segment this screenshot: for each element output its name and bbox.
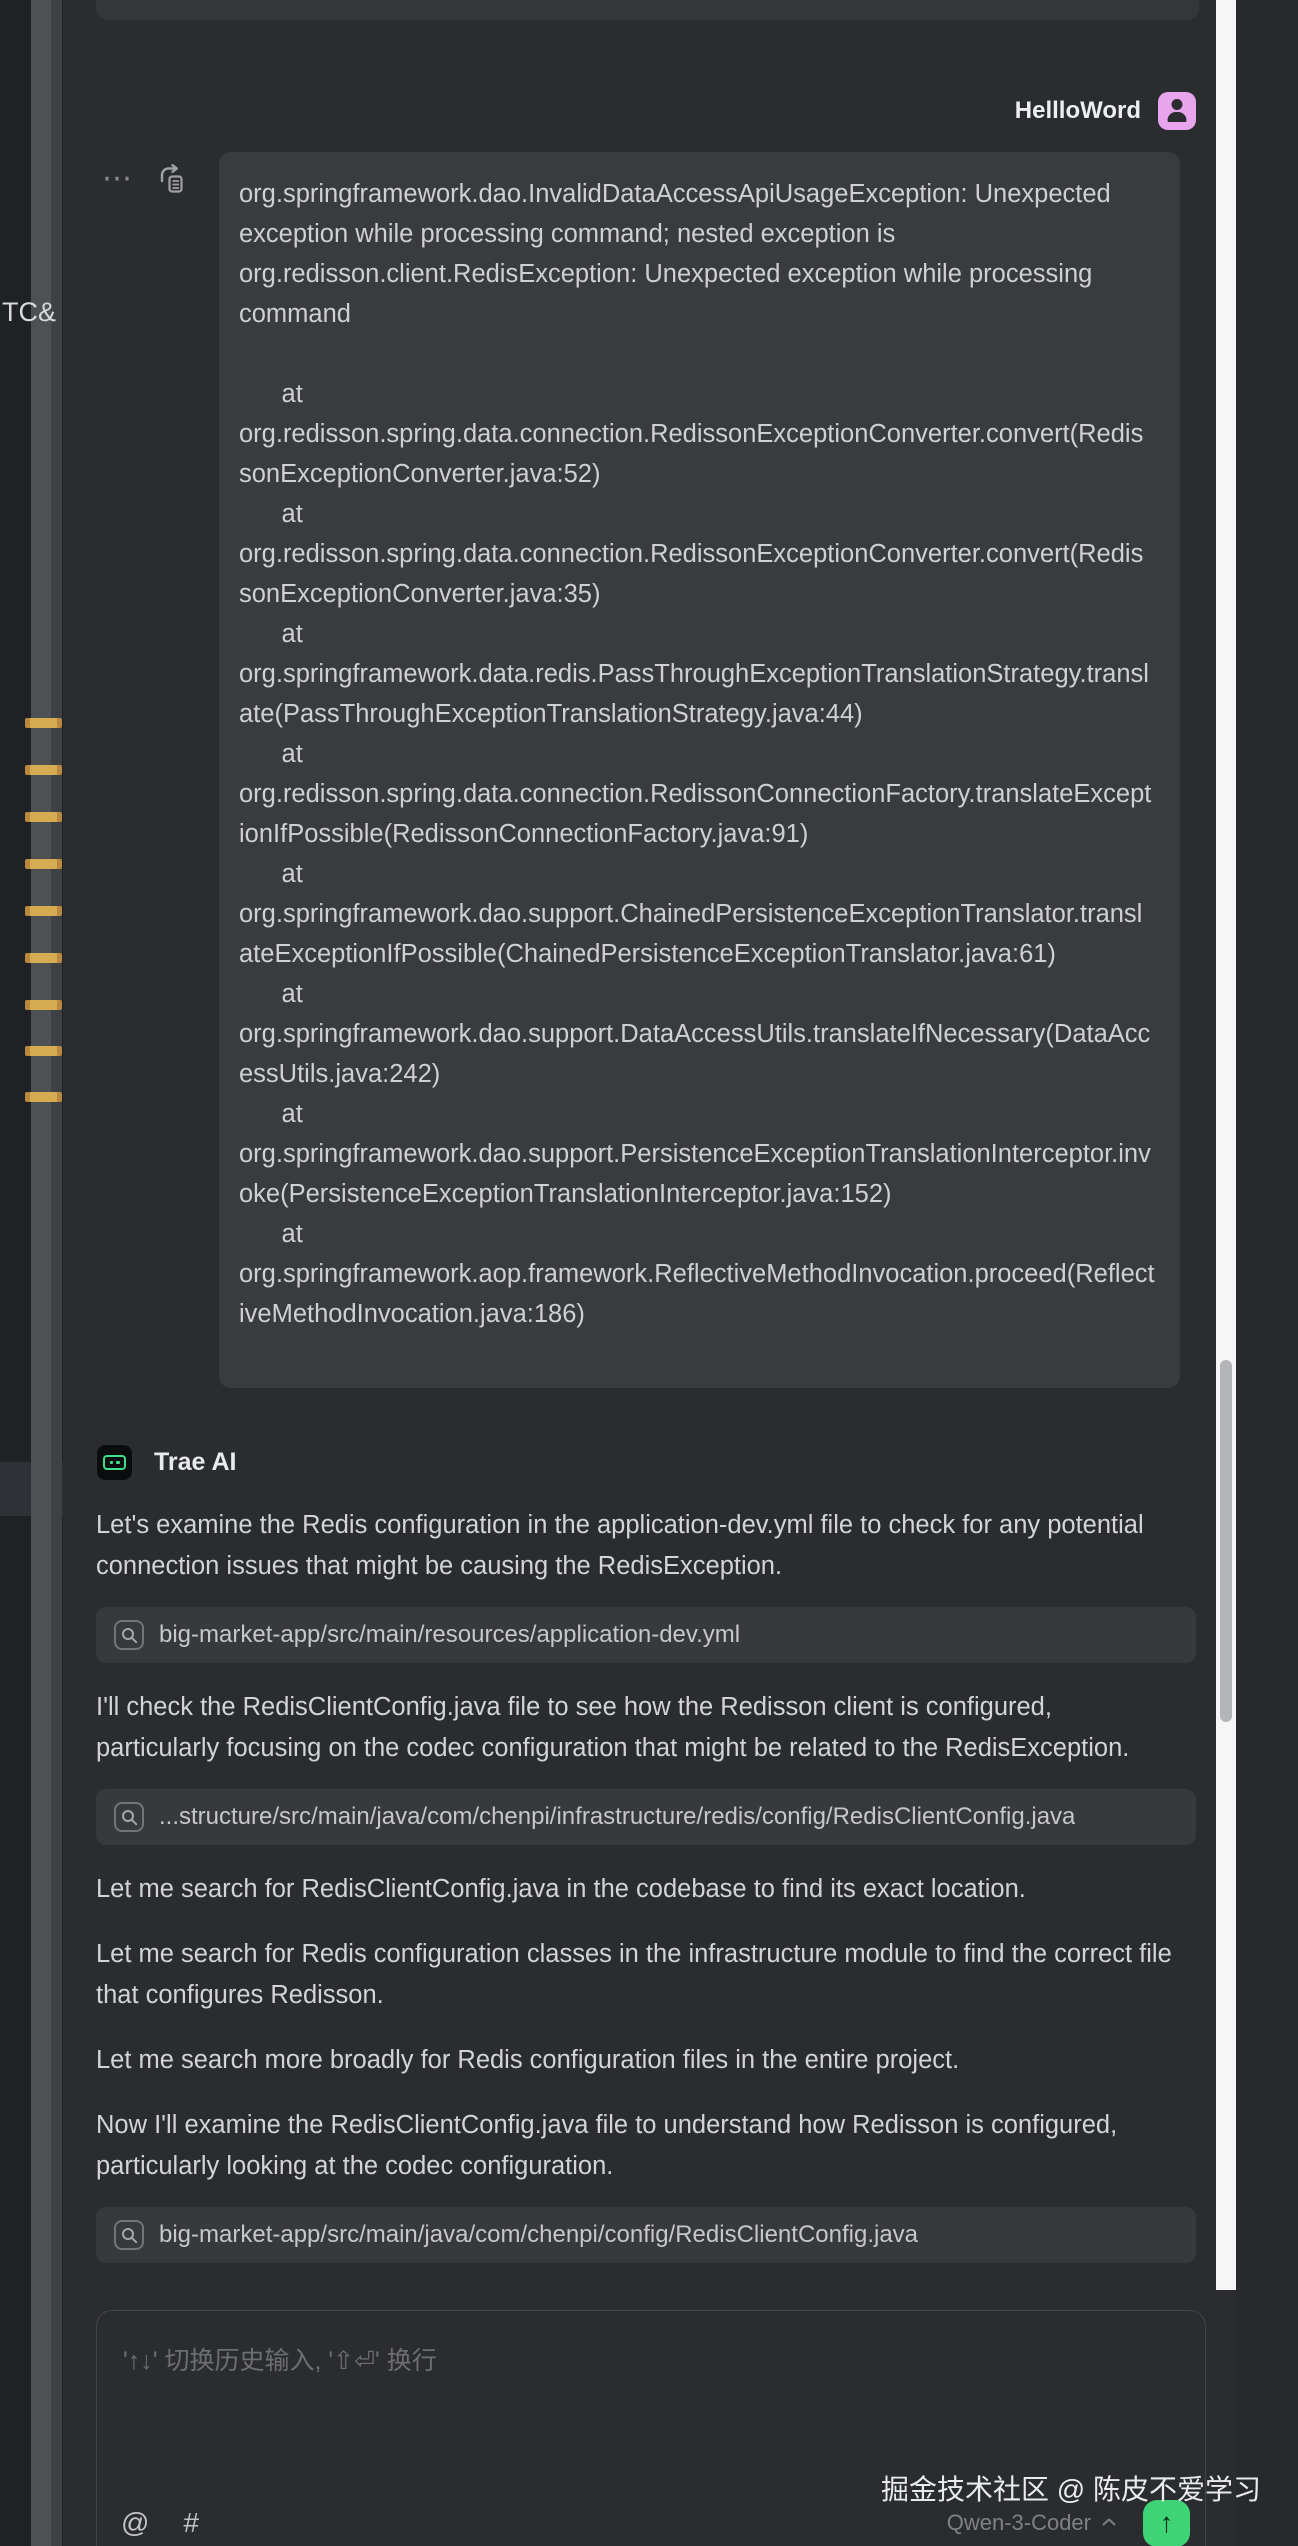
assistant-paragraph: Now I'll examine the RedisClientConfig.j… — [96, 2105, 1181, 2187]
clipped-editor-text: TC& — [2, 297, 56, 328]
user-message-header: HellloWord — [96, 92, 1196, 130]
composer-section: @ # Qwen-3-Coder ↑ — [63, 2300, 1216, 2546]
username-label: HellloWord — [1015, 97, 1141, 125]
chevron-up-icon — [1101, 2514, 1117, 2532]
chat-input[interactable] — [97, 2311, 1205, 2476]
right-margin — [1236, 0, 1298, 2546]
insert-copy-icon[interactable] — [157, 164, 186, 194]
model-name-label: Qwen-3-Coder — [947, 2510, 1091, 2536]
user-avatar[interactable] — [1158, 92, 1196, 130]
user-message-row: ⋯ org.springframework.dao.InvalidDataAcc… — [96, 152, 1196, 1388]
scrollbar-track — [1216, 0, 1236, 2290]
ruler-marker — [25, 1092, 62, 1102]
ruler-marker — [25, 1000, 62, 1010]
file-reference-chip[interactable]: ...structure/src/main/java/com/chenpi/in… — [96, 1789, 1196, 1845]
ruler-marker — [25, 1046, 62, 1056]
file-reference-chip[interactable]: big-market-app/src/main/java/com/chenpi/… — [96, 2207, 1196, 2263]
file-path-label: big-market-app/src/main/java/com/chenpi/… — [159, 2221, 918, 2249]
assistant-paragraph: Let me search more broadly for Redis con… — [96, 2040, 1181, 2081]
assistant-paragraph: Let me search for RedisClientConfig.java… — [96, 1869, 1181, 1910]
assistant-paragraph: I'll check the RedisClientConfig.java fi… — [96, 1687, 1181, 1769]
ruler-marker — [25, 812, 62, 822]
trae-ai-icon — [96, 1444, 133, 1481]
file-reference-chip[interactable]: big-market-app/src/main/resources/applic… — [96, 1607, 1196, 1663]
editor-overview-ruler[interactable] — [31, 0, 62, 2546]
model-selector[interactable]: Qwen-3-Coder — [947, 2510, 1117, 2536]
watermark-text: 掘金技术社区 @ 陈皮不爱学习 — [881, 2468, 1261, 2508]
search-file-icon — [114, 1802, 144, 1832]
message-actions: ⋯ — [96, 152, 219, 194]
chat-panel: HellloWord ⋯ — [63, 0, 1216, 2546]
file-path-label: big-market-app/src/main/resources/applic… — [159, 1621, 740, 1649]
stack-trace-block: org.springframework.dao.InvalidDataAcces… — [219, 152, 1180, 1388]
search-file-icon — [114, 1620, 144, 1650]
assistant-name-label: Trae AI — [154, 1448, 236, 1477]
trae-robot-face-icon — [103, 1455, 126, 1470]
assistant-paragraph: Let me search for Redis configuration cl… — [96, 1934, 1181, 2016]
editor-gutter: TC& — [0, 0, 63, 2546]
hash-context-button[interactable]: # — [183, 2507, 199, 2539]
ruler-marker — [25, 765, 62, 775]
file-path-label: ...structure/src/main/java/com/chenpi/in… — [159, 1803, 1075, 1831]
trae-chat-screen: TC& HellloWord ⋯ — [0, 0, 1298, 2546]
assistant-header: Trae AI — [96, 1444, 1196, 1481]
ruler-marker — [25, 953, 62, 963]
search-file-icon — [114, 2220, 144, 2250]
ruler-marker — [25, 906, 62, 916]
avatar-person-icon-body — [1168, 112, 1187, 122]
mention-button[interactable]: @ — [121, 2507, 149, 2539]
assistant-paragraph: Let's examine the Redis configuration in… — [96, 1505, 1181, 1587]
composer-box: @ # Qwen-3-Coder ↑ — [96, 2310, 1206, 2546]
ruler-marker — [25, 718, 62, 728]
send-arrow-icon: ↑ — [1160, 2509, 1174, 2537]
scrollbar-thumb[interactable] — [1220, 1360, 1232, 1722]
avatar-person-icon — [1172, 99, 1183, 110]
ruler-marker — [25, 859, 62, 869]
stack-trace-text: org.springframework.dao.InvalidDataAcces… — [239, 174, 1156, 1334]
more-actions-icon[interactable]: ⋯ — [102, 169, 133, 189]
